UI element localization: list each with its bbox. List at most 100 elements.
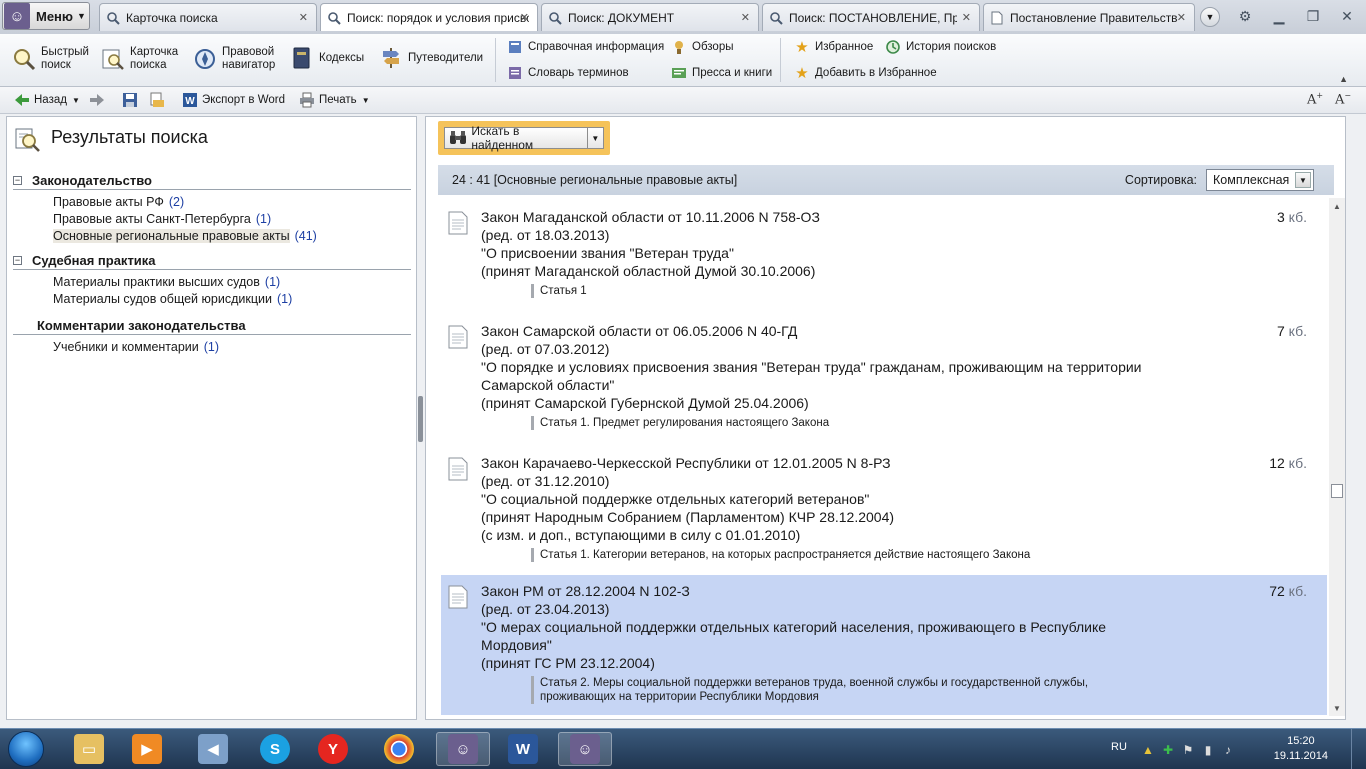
taskbar-yandex[interactable]: Y: [306, 732, 360, 766]
table-row-selected[interactable]: Закон РМ от 28.12.2004 N 102-З (ред. от …: [441, 575, 1327, 715]
doc-size: 7 кб.: [1276, 323, 1307, 339]
chevron-down-icon[interactable]: ▼: [588, 134, 603, 143]
results-list: Закон Магаданской области от 10.11.2006 …: [441, 201, 1327, 715]
results-scrollbar[interactable]: ▲ ▼: [1329, 198, 1345, 716]
chevron-down-icon[interactable]: ▼: [1295, 172, 1311, 188]
close-icon[interactable]: ✕: [299, 11, 308, 24]
item-count: (1): [255, 212, 272, 226]
group-header[interactable]: − Законодательство: [13, 171, 411, 190]
close-icon[interactable]: ✕: [1177, 11, 1186, 24]
close-icon[interactable]: ✕: [741, 11, 750, 24]
list-item[interactable]: Учебники и комментарии (1): [13, 339, 411, 356]
doc-line: "О присвоении звания "Ветеран труда": [481, 245, 734, 261]
consultant-avatar-icon: ☺: [448, 734, 478, 764]
search-card-icon: [101, 47, 125, 71]
table-row[interactable]: Закон Карачаево-Черкесской Республики от…: [441, 447, 1327, 567]
article-snippet[interactable]: Статья 1: [531, 284, 1327, 298]
network-icon[interactable]: ▮: [1200, 742, 1216, 758]
article-snippet[interactable]: Статья 2. Меры социальной поддержки вете…: [531, 676, 1327, 704]
decrease-font-icon[interactable]: A−: [1335, 91, 1351, 107]
reference-info-button[interactable]: Справочная информация: [507, 39, 664, 55]
tab-label: Постановление Правительства Российской Ф…: [1010, 10, 1178, 25]
group-judicial-practice: − Судебная практика Материалы практики в…: [13, 251, 411, 308]
tab-search-card[interactable]: Карточка поиска ✕: [99, 3, 317, 31]
menu-button[interactable]: ☺ Меню ▼: [2, 2, 90, 30]
search-history-button[interactable]: История поисков: [885, 39, 996, 55]
search-in-found-button[interactable]: Искать в найденном ▼: [444, 124, 604, 152]
show-desktop-button[interactable]: [1351, 729, 1366, 769]
clock[interactable]: 15:20 19.11.2014: [1274, 734, 1328, 764]
doc-line: (ред. от 31.12.2010): [481, 473, 610, 489]
tab-search-conditions[interactable]: Поиск: порядок и условия присвоения зван…: [320, 3, 538, 31]
list-item[interactable]: Правовые акты Санкт-Петербурга (1): [13, 211, 411, 228]
tab-search-document[interactable]: Поиск: ДОКУМЕНТ ✕: [541, 3, 759, 31]
tab-government-resolution[interactable]: Постановление Правительства Российской Ф…: [983, 3, 1195, 31]
scrollbar-thumb[interactable]: [1331, 484, 1343, 498]
group-header[interactable]: Комментарии законодательства: [13, 316, 411, 335]
reviews-button[interactable]: Обзоры: [671, 39, 733, 55]
chevron-down-icon[interactable]: ▼: [362, 96, 370, 105]
glossary-button[interactable]: Словарь терминов: [507, 65, 629, 81]
taskbar-volume[interactable]: ◀: [186, 732, 240, 766]
document-icon: [448, 585, 468, 609]
tray-arrow-icon[interactable]: ▲: [1140, 742, 1156, 758]
collapse-icon[interactable]: −: [13, 175, 22, 185]
collapse-ribbon-icon[interactable]: ▲: [1339, 74, 1348, 84]
article-line: Статья 1: [540, 285, 587, 297]
quick-search-button[interactable]: Быстрый поиск: [12, 46, 89, 72]
export-word-label: Экспорт в Word: [202, 94, 285, 106]
back-button[interactable]: Назад ▼: [14, 92, 80, 108]
search-card-button[interactable]: Карточка поиска: [101, 46, 178, 72]
doc-line: (принят Народным Собранием (Парламентом)…: [481, 509, 895, 525]
speaker-icon: ◀: [198, 734, 228, 764]
add-favorites-button[interactable]: ★ Добавить в Избранное: [794, 65, 936, 82]
article-line: проживающих на территории Республики Мор…: [540, 691, 819, 703]
sort-select[interactable]: Комплексная ▼: [1206, 169, 1314, 191]
language-indicator[interactable]: RU: [1111, 741, 1127, 753]
tray-flag-icon[interactable]: ⚑: [1180, 742, 1196, 758]
article-snippet[interactable]: Статья 1. Предмет регулирования настояще…: [531, 416, 1327, 430]
table-row[interactable]: Закон Самарской области от 06.05.2006 N …: [441, 315, 1327, 435]
increase-font-icon[interactable]: A+: [1307, 91, 1323, 107]
collapse-icon[interactable]: −: [13, 255, 22, 265]
group-header[interactable]: − Судебная практика: [13, 251, 411, 270]
list-item[interactable]: Материалы судов общей юрисдикции (1): [13, 291, 411, 308]
forward-button[interactable]: [89, 92, 109, 108]
scroll-up-icon[interactable]: ▲: [1329, 198, 1345, 214]
taskbar-word[interactable]: W: [496, 732, 550, 766]
guides-button[interactable]: Путеводители: [379, 46, 483, 70]
legal-navigator-button[interactable]: Правовой навигатор: [193, 46, 275, 72]
press-books-button[interactable]: Пресса и книги: [671, 65, 772, 81]
taskbar-consultant-2[interactable]: ☺: [558, 732, 612, 766]
taskbar-consultant[interactable]: ☺: [436, 732, 490, 766]
table-row[interactable]: Закон Магаданской области от 10.11.2006 …: [441, 201, 1327, 303]
print-button[interactable]: Печать ▼: [299, 92, 370, 108]
list-item[interactable]: Материалы практики высших судов (1): [13, 274, 411, 291]
close-window-icon[interactable]: ✕: [1338, 7, 1356, 25]
chevron-down-icon[interactable]: ▼: [72, 96, 80, 105]
list-item[interactable]: Правовые акты РФ (2): [13, 194, 411, 211]
codes-button[interactable]: Кодексы: [290, 46, 364, 70]
favorites-button[interactable]: ★ Избранное: [794, 39, 873, 56]
tab-search-resolution[interactable]: Поиск: ПОСТАНОВЛЕНИЕ, Правительство ✕: [762, 3, 980, 31]
save-folder-button[interactable]: [149, 92, 169, 108]
taskbar-chrome[interactable]: [372, 732, 426, 766]
save-button[interactable]: [122, 92, 142, 108]
close-icon[interactable]: ✕: [962, 11, 971, 24]
settings-icon[interactable]: ⚙: [1236, 7, 1254, 25]
close-icon[interactable]: ✕: [520, 11, 529, 24]
export-word-button[interactable]: W Экспорт в Word: [182, 92, 285, 108]
taskbar-explorer[interactable]: ▭: [62, 732, 116, 766]
tabs-dropdown-button[interactable]: ▼: [1200, 7, 1220, 27]
start-button[interactable]: [8, 731, 44, 767]
restore-icon[interactable]: ❐: [1304, 7, 1322, 25]
article-snippet[interactable]: Статья 1. Категории ветеранов, на которы…: [531, 548, 1327, 562]
taskbar-skype[interactable]: S: [248, 732, 302, 766]
minimize-icon[interactable]: ▁: [1270, 7, 1288, 25]
panel-splitter-handle[interactable]: [418, 396, 423, 442]
scroll-down-icon[interactable]: ▼: [1329, 700, 1345, 716]
list-item-selected[interactable]: Основные региональные правовые акты (41): [13, 228, 411, 245]
volume-icon[interactable]: ♪: [1220, 742, 1236, 758]
taskbar-media-player[interactable]: ▶: [120, 732, 174, 766]
tray-plus-icon[interactable]: ✚: [1160, 742, 1176, 758]
